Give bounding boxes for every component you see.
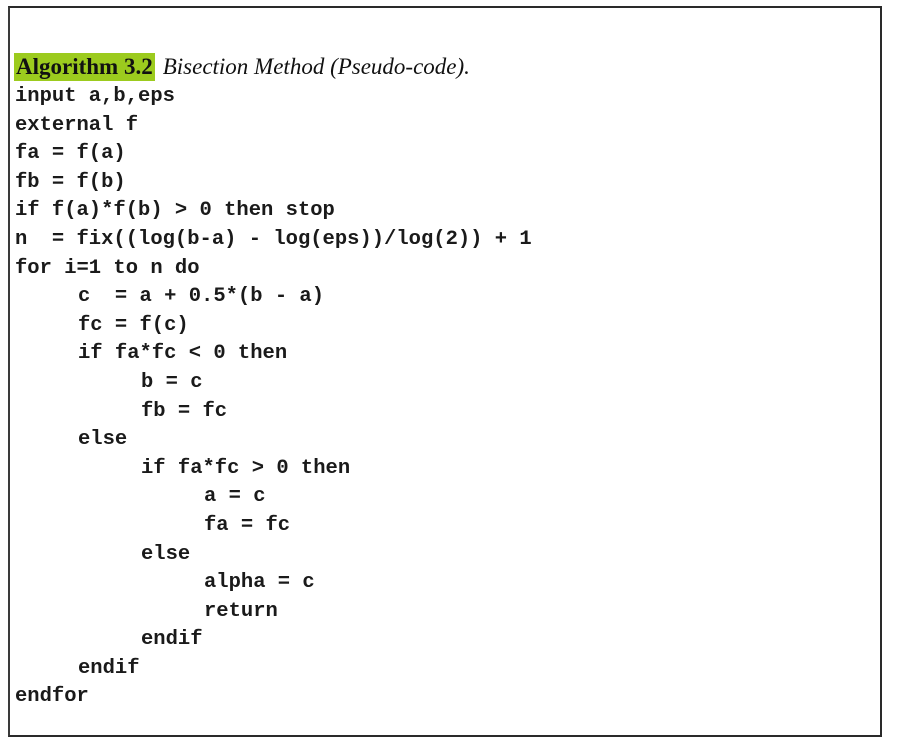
code-line: for i=1 to n do [15,256,200,280]
code-line: fc = f(c) [78,313,189,337]
code-line: if f(a)*f(b) > 0 then stop [15,199,335,223]
code-line: else [141,542,191,566]
algorithm-title: Bisection Method (Pseudo-code). [162,54,470,79]
code-line: a = c [204,485,266,509]
algorithm-label: Algorithm 3.2 [14,53,155,81]
code-line: external f [15,113,139,137]
code-line: b = c [141,370,203,394]
code-line: c = a + 0.5*(b - a) [78,285,325,309]
algorithm-caption: Algorithm 3.2 Bisection Method (Pseudo-co… [14,52,470,82]
code-line: fa = fc [204,513,291,537]
code-line: else [78,428,128,452]
code-line: endfor [15,685,89,709]
pseudo-code-block: input a,b,eps external f fa = f(a) fb = f(b… [15,83,532,712]
code-line: fb = f(b) [15,170,126,194]
code-line: fa = f(a) [15,142,126,166]
code-line: alpha = c [204,571,315,595]
code-line: if fa*fc < 0 then [78,342,288,366]
code-line: fb = fc [141,399,228,423]
code-line: endif [78,656,140,680]
code-line: input a,b,eps [15,85,175,108]
code-line: return [204,599,278,623]
code-line: endif [141,628,203,652]
code-line: if fa*fc > 0 then [141,456,351,480]
code-line: n = fix((log(b-a) - log(eps))/log(2)) + … [15,227,532,251]
